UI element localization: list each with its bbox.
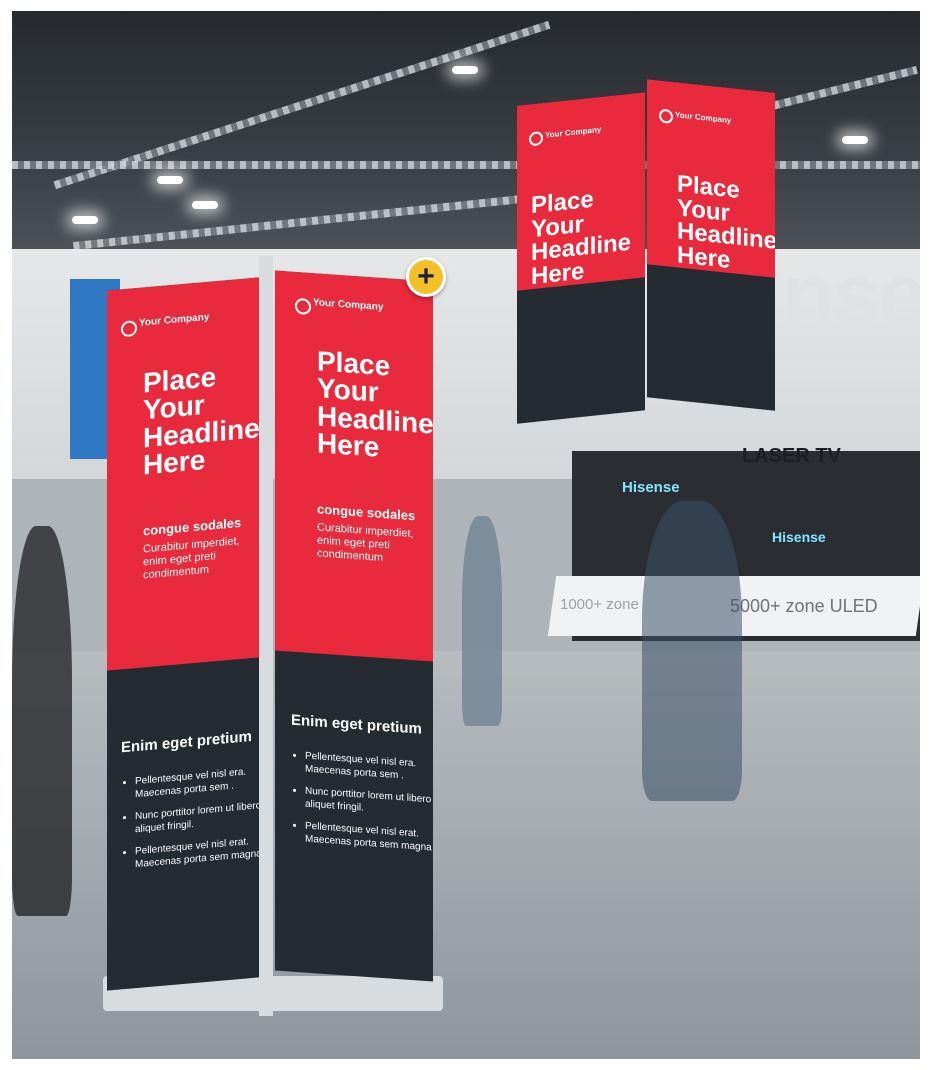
hanging-panel-left: Your Company Place Your Headline Here bbox=[517, 92, 645, 424]
body-text: Curabitur imperdiet, enim eget preti condi… bbox=[143, 535, 240, 582]
bullet-list: Pellentesque vel nisl era. Maecenas port… bbox=[121, 765, 259, 882]
tower-panel-right: Your Company Place Your Headline Here congu… bbox=[275, 270, 433, 982]
ceiling-light bbox=[157, 176, 183, 184]
tower-banner: Your Company Place Your Headline Here congu… bbox=[103, 256, 447, 1056]
headline: Place Your Headline Here bbox=[143, 361, 259, 481]
tower-frame-pole bbox=[259, 256, 273, 1016]
hanging-banner: Your Company Place Your Headline Here Your… bbox=[517, 79, 779, 426]
booth-brand: Hisense bbox=[772, 529, 826, 545]
bullet-item: Pellentesque vel nisl era. Maecenas port… bbox=[135, 765, 259, 801]
bullet-item: Nunc porttitor lorem ut libero aliquet f… bbox=[135, 800, 259, 836]
ceiling-light bbox=[192, 201, 218, 209]
ceiling-light bbox=[72, 216, 98, 224]
headline: Place Your Headline Here bbox=[317, 345, 433, 464]
visitor-figure bbox=[642, 501, 742, 801]
wall-brand-text: nse bbox=[782, 247, 920, 343]
bullet-item: Pellentesque vel nisl erat. Maecenas por… bbox=[135, 835, 259, 871]
body-text: Curabitur imperdiet, enim eget preti condi… bbox=[317, 521, 414, 565]
section-title: Enim eget pretium bbox=[121, 727, 252, 757]
visitor-figure bbox=[12, 526, 72, 916]
counter-text-left: 1000+ zone bbox=[560, 596, 639, 613]
trade-show-photo: nse Hisense Hisense LASER TV 1000+ zone … bbox=[12, 11, 920, 1059]
company-logo-icon bbox=[659, 108, 673, 125]
section-title: Enim eget pretium bbox=[291, 711, 422, 738]
ceiling-truss bbox=[12, 161, 920, 169]
booth-laser-text: LASER TV bbox=[742, 445, 841, 467]
bullet-item: Pellentesque vel nisl erat. Maecenas por… bbox=[305, 821, 433, 855]
visitor-figure bbox=[462, 516, 502, 726]
company-logo-icon bbox=[295, 297, 311, 315]
bullet-item: Nunc porttitor lorem ut libero aliquet f… bbox=[305, 786, 433, 820]
headline: Place Your Headline Here bbox=[677, 170, 775, 274]
hanging-panel-right: Your Company Place Your Headline Here bbox=[647, 79, 775, 411]
tower-red-area bbox=[275, 270, 433, 662]
booth-brand: Hisense bbox=[622, 479, 680, 496]
ceiling-light bbox=[452, 66, 478, 74]
bullet-item: Pellentesque vel nisl era. Maecenas port… bbox=[305, 751, 433, 785]
bullet-list: Pellentesque vel nisl era. Maecenas port… bbox=[291, 750, 433, 865]
headline: Place Your Headline Here bbox=[531, 185, 632, 290]
tower-panel-left: Your Company Place Your Headline Here congu… bbox=[107, 277, 259, 991]
add-hotspot-button[interactable]: + bbox=[406, 257, 446, 297]
ceiling-light bbox=[842, 136, 868, 144]
counter-text-right: 5000+ zone ULED bbox=[730, 596, 878, 616]
